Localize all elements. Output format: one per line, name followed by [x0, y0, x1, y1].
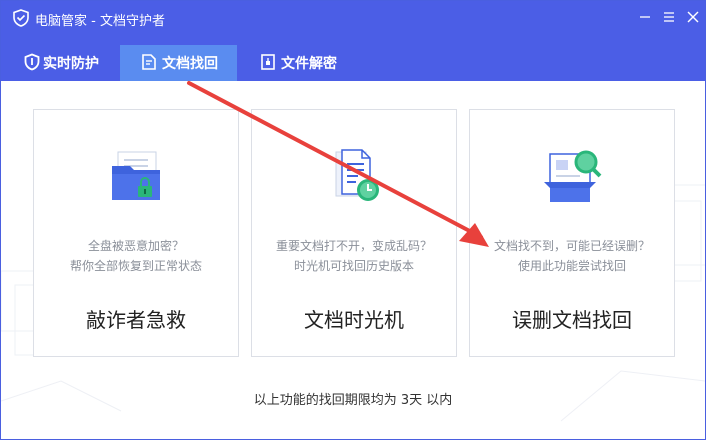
main-content: 全盘被恶意加密？ 帮你全部恢复到正常状态 敲诈者急救 重要文档打不开，变成乱码？ — [1, 81, 705, 439]
tab-label: 实时防护 — [43, 56, 99, 72]
shield-icon — [24, 53, 40, 71]
file-lock-icon — [261, 54, 275, 70]
card-description-line: 使用此功能尝试找回 — [517, 259, 626, 273]
card-title: 文档时光机 — [304, 308, 404, 332]
card-description-line: 重要文档打不开，变成乱码？ — [275, 239, 432, 253]
tab-label: 文件解密 — [281, 56, 337, 72]
card-deleted-document-recovery[interactable]: 文档找不到，可能已经误删？ 使用此功能尝试找回 误删文档找回 — [469, 109, 675, 357]
title-bar: 电脑管家 - 文档守护者 — [1, 1, 705, 35]
close-icon[interactable] — [682, 6, 704, 28]
search-box-icon — [544, 150, 602, 202]
card-description: 全盘被恶意加密？ 帮你全部恢复到正常状态 — [34, 236, 238, 276]
tab-bar: 实时防护 文档找回 文件解密 — [1, 35, 705, 81]
minimize-icon[interactable] — [634, 6, 656, 28]
card-title: 敲诈者急救 — [86, 308, 186, 332]
card-description: 文档找不到，可能已经误删？ 使用此功能尝试找回 — [470, 236, 674, 276]
tab-document-recovery[interactable]: 文档找回 — [120, 45, 237, 81]
document-recover-icon — [142, 54, 156, 70]
locked-folder-icon — [112, 151, 160, 200]
card-description: 重要文档打不开，变成乱码？ 时光机可找回历史版本 — [252, 236, 456, 276]
card-document-time-machine[interactable]: 重要文档打不开，变成乱码？ 时光机可找回历史版本 文档时光机 — [251, 109, 457, 357]
card-description-line: 文档找不到，可能已经误删？ — [493, 239, 650, 253]
card-title: 误删文档找回 — [512, 308, 632, 332]
card-description-line: 全盘被恶意加密？ — [87, 239, 184, 253]
card-ransom-rescue[interactable]: 全盘被恶意加密？ 帮你全部恢复到正常状态 敲诈者急救 — [33, 109, 239, 357]
app-window: 电脑管家 - 文档守护者 实时防护 文档找回 文件解密 全盘被恶意加密？ 帮你全… — [0, 0, 706, 440]
card-description-line: 时光机可找回历史版本 — [293, 259, 414, 273]
document-history-icon — [335, 149, 379, 201]
tab-label: 文档找回 — [162, 56, 218, 72]
card-description-line: 帮你全部恢复到正常状态 — [69, 259, 202, 273]
tab-realtime-protection[interactable]: 实时防护 — [1, 45, 119, 81]
shield-logo-icon — [13, 9, 29, 27]
tab-file-decrypt[interactable]: 文件解密 — [237, 45, 367, 81]
maximize-icon[interactable] — [658, 6, 680, 28]
window-title: 电脑管家 - 文档守护者 — [35, 14, 165, 29]
retention-footnote: 以上功能的找回期限均为 3天 以内 — [253, 393, 453, 408]
